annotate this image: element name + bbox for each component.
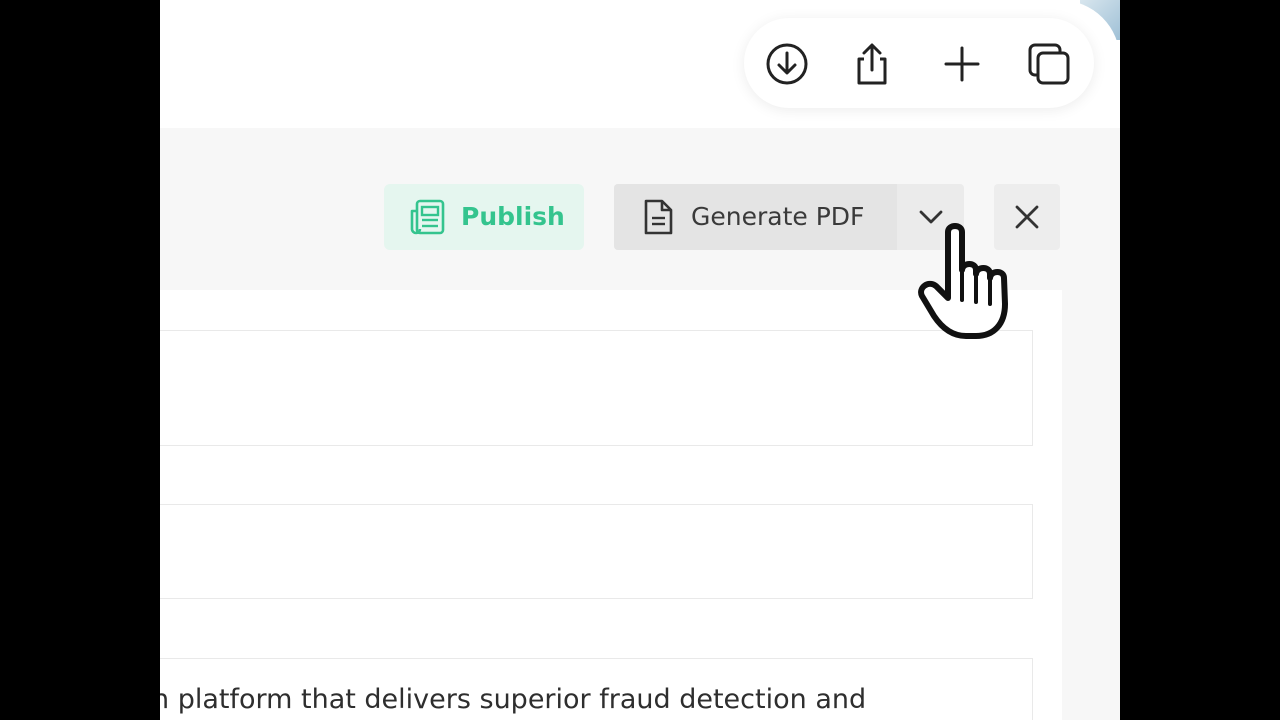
tabs-icon: [1028, 43, 1070, 85]
body-text: n platform that delivers superior fraud …: [160, 684, 867, 715]
browser-top-bar: [160, 0, 1120, 128]
generate-pdf-button[interactable]: Generate PDF: [614, 184, 897, 250]
share-icon: [857, 43, 887, 85]
content-field[interactable]: [160, 330, 1033, 446]
content-field[interactable]: [160, 504, 1033, 599]
generate-pdf-label: Generate PDF: [691, 202, 865, 231]
browser-actions-pill: [744, 18, 1094, 108]
download-icon: [766, 43, 808, 85]
share-button[interactable]: [849, 41, 895, 87]
publish-label: Publish: [461, 202, 565, 231]
plus-icon: [944, 46, 980, 82]
newspaper-icon: [410, 199, 445, 235]
app-window: Publish Generate PDF n platform that del…: [160, 0, 1120, 720]
editor-content: n platform that delivers superior fraud …: [160, 290, 1062, 720]
new-tab-button[interactable]: [939, 41, 985, 87]
generate-pdf-split-button: Generate PDF: [614, 184, 964, 250]
document-icon: [644, 199, 673, 235]
hand-pointer-icon: [918, 223, 1008, 339]
publish-button[interactable]: Publish: [384, 184, 584, 250]
download-button[interactable]: [764, 41, 810, 87]
tabs-button[interactable]: [1026, 41, 1072, 87]
